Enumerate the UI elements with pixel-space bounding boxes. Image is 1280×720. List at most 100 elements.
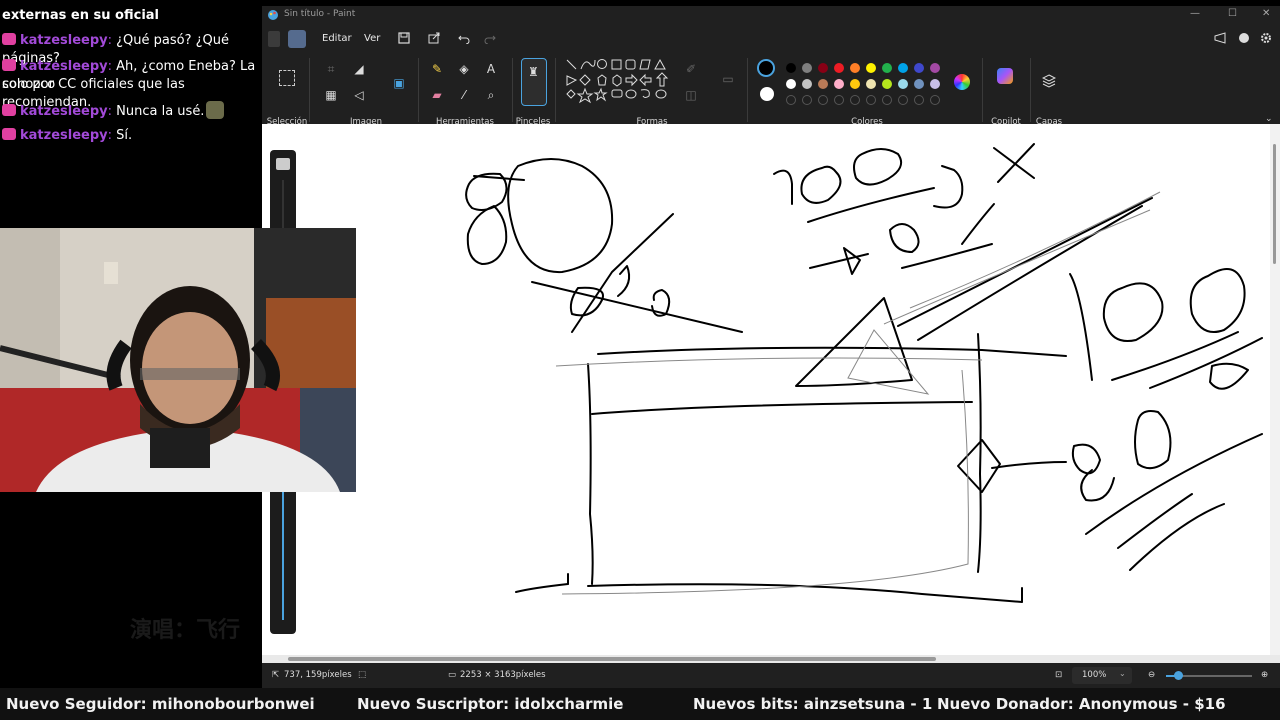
pencil-icon[interactable]: ✎: [428, 60, 446, 78]
color-swatch[interactable]: [834, 63, 844, 73]
resize-icon[interactable]: ◢: [350, 60, 368, 78]
color-swatch[interactable]: [802, 79, 812, 89]
selection-size-icon: ⬚: [358, 670, 367, 680]
avatar[interactable]: [288, 30, 306, 48]
color-swatch[interactable]: [882, 79, 892, 89]
canvas-drawing[interactable]: [262, 124, 1270, 655]
sketch-stroke: [531, 281, 743, 333]
color-swatch[interactable]: [850, 63, 860, 73]
color-swatch[interactable]: [834, 79, 844, 89]
sketch-stroke: [795, 297, 913, 387]
custom-color-slot[interactable]: [882, 95, 892, 105]
chevron-down-icon[interactable]: ⌄: [1265, 114, 1273, 124]
chat-username: katzesleepy: [20, 59, 108, 74]
paint-window: Sin título - Paint — ☐ ✕ Editar Ver ⌗ ◢ …: [262, 6, 1280, 688]
zoom-in-icon[interactable]: ⊕: [1261, 670, 1268, 680]
chat-username: katzesleepy: [20, 128, 108, 143]
image-adjust-icon[interactable]: ▦: [322, 86, 340, 104]
horizontal-scrollbar[interactable]: [262, 655, 1280, 663]
menu-editar[interactable]: Editar: [322, 33, 352, 44]
shape-size-icon[interactable]: ▭: [719, 70, 737, 88]
ribbon-separator: [555, 58, 556, 122]
sketch-stroke: [1117, 493, 1193, 549]
maximize-icon[interactable]: ☐: [1228, 8, 1237, 19]
fill-bucket-icon[interactable]: ◈: [455, 60, 473, 78]
custom-color-slot[interactable]: [898, 95, 908, 105]
color-picker-icon[interactable]: ⁄: [455, 86, 473, 104]
color-swatch[interactable]: [930, 63, 940, 73]
drawing-canvas[interactable]: [262, 124, 1280, 655]
feedback-icon[interactable]: [1214, 32, 1226, 44]
custom-color-slot[interactable]: [786, 95, 796, 105]
color-swatch[interactable]: [818, 79, 828, 89]
remove-background-icon[interactable]: ▣: [390, 74, 408, 92]
save-icon[interactable]: [398, 32, 410, 44]
zoom-level: 100%: [1082, 670, 1107, 680]
file-menu-icon[interactable]: [268, 31, 280, 47]
scroll-thumb[interactable]: [1273, 144, 1276, 264]
primary-color-swatch[interactable]: [757, 59, 775, 77]
color-swatch[interactable]: [786, 79, 796, 89]
custom-color-slot[interactable]: [866, 95, 876, 105]
custom-color-slot[interactable]: [802, 95, 812, 105]
chat-colon: :: [107, 59, 117, 74]
zoom-select[interactable]: 100% ⌄: [1072, 667, 1132, 684]
shape-outline-icon[interactable]: ✐: [682, 60, 700, 78]
menu-ver[interactable]: Ver: [364, 33, 380, 44]
shapes-gallery[interactable]: [565, 58, 673, 110]
panel-handle-icon[interactable]: [276, 158, 290, 170]
title-bar: Sin título - Paint — ☐ ✕: [262, 6, 1280, 26]
layers-icon[interactable]: [1042, 74, 1056, 88]
custom-color-slot[interactable]: [850, 95, 860, 105]
zoom-slider-thumb[interactable]: [1174, 671, 1183, 680]
color-swatch[interactable]: [930, 79, 940, 89]
sketch-stroke: [800, 165, 842, 204]
stream-alerts-ticker: Nuevo Seguidor: mihonobourbonwei Nuevo S…: [0, 688, 1280, 720]
brushes-button[interactable]: ♜: [521, 58, 547, 106]
share-icon[interactable]: [428, 32, 440, 44]
custom-color-slot[interactable]: [914, 95, 924, 105]
selection-tool-icon[interactable]: [279, 70, 295, 86]
color-swatch[interactable]: [914, 63, 924, 73]
custom-color-slot[interactable]: [834, 95, 844, 105]
sketch-stroke: [993, 143, 1035, 183]
color-swatch[interactable]: [882, 63, 892, 73]
color-swatch[interactable]: [866, 63, 876, 73]
settings-gear-icon[interactable]: [1260, 32, 1272, 44]
vertical-scrollbar[interactable]: [1270, 124, 1280, 655]
brush-icon: ♜: [528, 65, 539, 79]
crop-icon[interactable]: ⌗: [322, 60, 340, 78]
shape-fill-icon[interactable]: ◫: [682, 86, 700, 104]
ribbon-separator: [418, 58, 419, 122]
magnifier-icon[interactable]: ⌕: [482, 86, 500, 104]
redo-icon[interactable]: [484, 32, 496, 44]
zoom-out-icon[interactable]: ⊖: [1148, 670, 1155, 680]
ribbon-separator: [1030, 58, 1031, 122]
text-tool-icon[interactable]: A: [482, 60, 500, 78]
custom-color-slot[interactable]: [818, 95, 828, 105]
color-swatch[interactable]: [898, 79, 908, 89]
color-swatch[interactable]: [786, 63, 796, 73]
color-swatch[interactable]: [898, 63, 908, 73]
undo-icon[interactable]: [458, 32, 470, 44]
color-swatch[interactable]: [818, 63, 828, 73]
fit-to-window-icon[interactable]: ⊡: [1055, 670, 1062, 680]
rotate-icon[interactable]: ◁: [350, 86, 368, 104]
chat-emote-icon: [206, 101, 225, 119]
color-swatch[interactable]: [802, 63, 812, 73]
cursor-position: 737, 159píxeles: [284, 670, 352, 680]
color-swatch[interactable]: [866, 79, 876, 89]
copilot-icon[interactable]: [997, 68, 1013, 84]
eraser-icon[interactable]: ▰: [428, 86, 446, 104]
account-icon[interactable]: [1238, 32, 1250, 44]
close-icon[interactable]: ✕: [1262, 8, 1270, 19]
ticker-new-donor: Nuevo Donador: Anonymous - $16: [937, 695, 1226, 713]
color-swatch[interactable]: [850, 79, 860, 89]
minimize-icon[interactable]: —: [1190, 8, 1200, 19]
color-swatch[interactable]: [914, 79, 924, 89]
edit-colors-icon[interactable]: [954, 74, 970, 90]
custom-color-slot[interactable]: [930, 95, 940, 105]
sketch-stroke: [897, 197, 1153, 341]
secondary-color-swatch[interactable]: [760, 87, 774, 101]
scroll-thumb[interactable]: [288, 657, 936, 661]
